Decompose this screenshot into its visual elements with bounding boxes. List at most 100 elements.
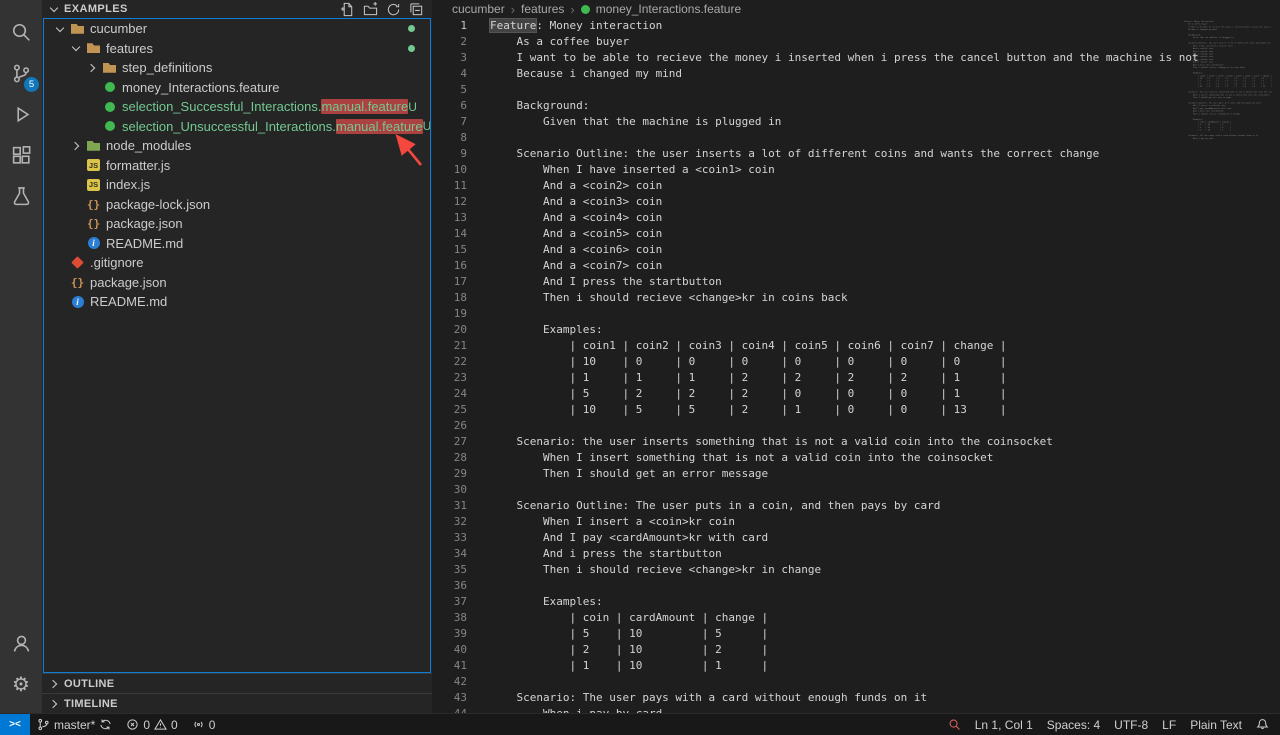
eol-status[interactable]: LF xyxy=(1155,714,1183,735)
tree-file-money_Interactions-feature[interactable]: money_Interactions.feature xyxy=(44,78,430,98)
new-folder-icon[interactable] xyxy=(360,0,380,18)
code-line[interactable]: 27 Scenario: the user inserts something … xyxy=(432,434,1280,450)
breadcrumb-item-file[interactable]: money_Interactions.feature xyxy=(596,2,741,16)
code-line[interactable]: 37 Examples: xyxy=(432,594,1280,610)
code-line[interactable]: 44 When i pay by card xyxy=(432,706,1280,713)
tree-file-index-js[interactable]: index.js xyxy=(44,175,430,195)
code-line[interactable]: 28 When I insert something that is not a… xyxy=(432,450,1280,466)
encoding-status[interactable]: UTF-8 xyxy=(1107,714,1155,735)
tree-file-README-md[interactable]: README.md xyxy=(44,292,430,312)
tree-folder-cucumber[interactable]: cucumber xyxy=(44,19,430,39)
line-content: | 1 | 10 | 1 | xyxy=(467,658,768,674)
code-line[interactable]: 29 Then I should get an error message xyxy=(432,466,1280,482)
problems-status[interactable]: 0 0 xyxy=(119,714,184,735)
code-line[interactable]: 42 xyxy=(432,674,1280,690)
search-icon[interactable] xyxy=(0,12,42,53)
code-line[interactable]: 35 Then i should recieve <change>kr in c… xyxy=(432,562,1280,578)
code-editor[interactable]: 1Feature: Money interaction2 As a coffee… xyxy=(432,18,1280,713)
breadcrumb-item-folder[interactable]: features xyxy=(521,2,564,16)
code-line[interactable]: 31 Scenario Outline: The user puts in a … xyxy=(432,498,1280,514)
code-line[interactable]: 40 | 2 | 10 | 2 | xyxy=(432,642,1280,658)
source-control-icon[interactable]: 5 xyxy=(0,53,42,94)
accounts-icon[interactable] xyxy=(0,623,42,664)
git-branch-status[interactable]: master* xyxy=(30,714,119,735)
code-line[interactable]: 39 | 5 | 10 | 5 | xyxy=(432,626,1280,642)
code-line[interactable]: 13 And a <coin4> coin xyxy=(432,210,1280,226)
broadcast-status[interactable]: 0 xyxy=(185,714,223,735)
code-line[interactable]: 11 And a <coin2> coin xyxy=(432,178,1280,194)
code-line[interactable]: 36 xyxy=(432,578,1280,594)
run-debug-icon[interactable] xyxy=(0,94,42,135)
tree-file-selection_Successful_Interactions[interactable]: selection_Successful_Interactions.manual… xyxy=(44,97,430,117)
code-line[interactable]: 5 xyxy=(432,82,1280,98)
outline-section-header[interactable]: OUTLINE xyxy=(42,673,432,693)
minimap[interactable]: Feature: Money interaction As a coffee b… xyxy=(1184,20,1272,660)
code-line[interactable]: 43 Scenario: The user pays with a card w… xyxy=(432,690,1280,706)
line-content: Given that the machine is plugged in xyxy=(467,114,781,130)
code-line[interactable]: 19 xyxy=(432,306,1280,322)
language-mode[interactable]: Plain Text xyxy=(1183,714,1249,735)
code-line[interactable]: 7 Given that the machine is plugged in xyxy=(432,114,1280,130)
code-line[interactable]: 21 | coin1 | coin2 | coin3 | coin4 | coi… xyxy=(432,338,1280,354)
code-line[interactable]: 2 As a coffee buyer xyxy=(432,34,1280,50)
code-line[interactable]: 4 Because i changed my mind xyxy=(432,66,1280,82)
code-line[interactable]: 23 | 1 | 1 | 1 | 2 | 2 | 2 | 2 | 1 | xyxy=(432,370,1280,386)
code-line[interactable]: 30 xyxy=(432,482,1280,498)
code-line[interactable]: 6 Background: xyxy=(432,98,1280,114)
remote-indicator[interactable]: >< xyxy=(0,714,30,735)
tree-file-formatter-js[interactable]: formatter.js xyxy=(44,156,430,176)
notifications-bell[interactable] xyxy=(1249,714,1276,735)
breadcrumb-item-folder[interactable]: cucumber xyxy=(452,2,505,16)
code-line[interactable]: 24 | 5 | 2 | 2 | 2 | 0 | 0 | 0 | 1 | xyxy=(432,386,1280,402)
refresh-icon[interactable] xyxy=(383,0,403,18)
status-bar: >< master* 0 0 0 Ln 1, Col 1 Spaces: 4 U… xyxy=(0,713,1280,735)
code-line[interactable]: 34 And i press the startbutton xyxy=(432,546,1280,562)
extensions-icon[interactable] xyxy=(0,135,42,176)
code-line[interactable]: 32 When I insert a <coin>kr coin xyxy=(432,514,1280,530)
explorer-section-header[interactable]: EXAMPLES xyxy=(42,0,432,18)
tree-file-package-lock-json[interactable]: package-lock.json xyxy=(44,195,430,215)
code-line[interactable]: 33 And I pay <cardAmount>kr with card xyxy=(432,530,1280,546)
code-line[interactable]: 41 | 1 | 10 | 1 | xyxy=(432,658,1280,674)
indentation-status[interactable]: Spaces: 4 xyxy=(1040,714,1107,735)
new-file-icon[interactable] xyxy=(337,0,357,18)
code-line[interactable]: 1Feature: Money interaction xyxy=(432,18,1280,34)
code-line[interactable]: 20 Examples: xyxy=(432,322,1280,338)
code-line[interactable]: 38 | coin | cardAmount | change | xyxy=(432,610,1280,626)
code-line[interactable]: 10 When I have inserted a <coin1> coin xyxy=(432,162,1280,178)
tree-item-label: formatter.js xyxy=(106,158,170,173)
line-number: 16 xyxy=(432,258,467,274)
collapse-all-icon[interactable] xyxy=(406,0,426,18)
code-line[interactable]: 16 And a <coin7> coin xyxy=(432,258,1280,274)
code-line[interactable]: 22 | 10 | 0 | 0 | 0 | 0 | 0 | 0 | 0 | xyxy=(432,354,1280,370)
tree-file--gitignore[interactable]: .gitignore xyxy=(44,253,430,273)
code-line[interactable]: 26 xyxy=(432,418,1280,434)
tree-folder-features[interactable]: features xyxy=(44,39,430,59)
code-line[interactable]: 8 xyxy=(432,130,1280,146)
code-line[interactable]: 15 And a <coin6> coin xyxy=(432,242,1280,258)
indent-spacer xyxy=(68,235,84,251)
settings-gear-icon[interactable]: ⚙ xyxy=(0,664,42,705)
tree-file-README-md[interactable]: README.md xyxy=(44,234,430,254)
code-line[interactable]: 3 I want to be able to recieve the money… xyxy=(432,50,1280,66)
line-content: When I insert a <coin>kr coin xyxy=(467,514,735,530)
code-line[interactable]: 25 | 10 | 5 | 5 | 2 | 1 | 0 | 0 | 13 | xyxy=(432,402,1280,418)
cursor-position[interactable]: Ln 1, Col 1 xyxy=(968,714,1040,735)
code-line[interactable]: 12 And a <coin3> coin xyxy=(432,194,1280,210)
line-content: Then i should recieve <change>kr in chan… xyxy=(467,562,821,578)
tree-file-package-json[interactable]: package.json xyxy=(44,214,430,234)
tree-folder-node_modules[interactable]: node_modules xyxy=(44,136,430,156)
timeline-section-header[interactable]: TIMELINE xyxy=(42,693,432,713)
tree-folder-step_definitions[interactable]: step_definitions xyxy=(44,58,430,78)
code-line[interactable]: 17 And I press the startbutton xyxy=(432,274,1280,290)
vscode-window: 5 ⚙ EXAMPLES xyxy=(0,0,1280,713)
tree-file-selection_Unsuccessful_Interactions[interactable]: selection_Unsuccessful_Interactions.manu… xyxy=(44,117,430,137)
code-line[interactable]: 9 Scenario Outline: the user inserts a l… xyxy=(432,146,1280,162)
code-line[interactable]: 14 And a <coin5> coin xyxy=(432,226,1280,242)
code-line[interactable]: 18 Then i should recieve <change>kr in c… xyxy=(432,290,1280,306)
zoom-indicator[interactable] xyxy=(941,714,968,735)
tree-item-label: .gitignore xyxy=(90,255,143,270)
tree-file-package-json[interactable]: package.json xyxy=(44,273,430,293)
testing-icon[interactable] xyxy=(0,176,42,217)
line-content: Because i changed my mind xyxy=(467,66,682,82)
